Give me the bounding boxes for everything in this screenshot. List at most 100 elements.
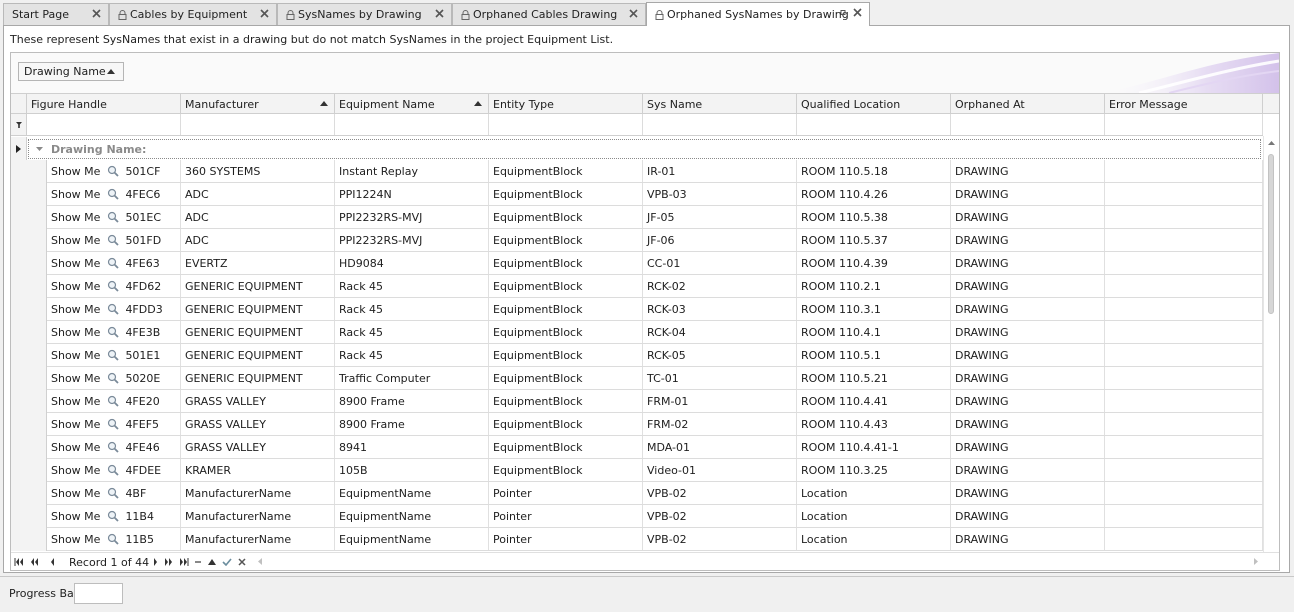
collapse-chevron-icon[interactable] — [35, 146, 44, 152]
cell-sys-name[interactable]: FRM-01 — [643, 390, 797, 412]
cell-error-message[interactable] — [1105, 275, 1263, 297]
cell-error-message[interactable] — [1105, 206, 1263, 228]
table-row[interactable]: Show Me 4FE20 GRASS VALLEY 8900 Frame Equipm… — [11, 390, 1263, 413]
cell-qualified-location[interactable]: ROOM 110.4.43 — [797, 413, 951, 435]
magnifier-icon[interactable] — [107, 234, 120, 246]
cell-error-message[interactable] — [1105, 344, 1263, 366]
nav-last-page-button[interactable] — [178, 555, 190, 569]
cell-entity-type[interactable]: EquipmentBlock — [489, 275, 643, 297]
show-me-link[interactable]: Show Me — [51, 533, 100, 546]
cell-entity-type[interactable]: Pointer — [489, 528, 643, 550]
cell-manufacturer[interactable]: ADC — [181, 229, 335, 251]
cell-sys-name[interactable]: VPB-02 — [643, 482, 797, 504]
cell-figure-handle[interactable]: Show Me 4FEF5 — [47, 413, 181, 435]
cell-error-message[interactable] — [1105, 436, 1263, 458]
cell-qualified-location[interactable]: ROOM 110.5.1 — [797, 344, 951, 366]
cell-entity-type[interactable]: Pointer — [489, 505, 643, 527]
cell-entity-type[interactable]: EquipmentBlock — [489, 390, 643, 412]
cell-manufacturer[interactable]: ADC — [181, 183, 335, 205]
filter-cell-manufacturer[interactable] — [181, 114, 335, 135]
cell-entity-type[interactable]: EquipmentBlock — [489, 321, 643, 343]
cell-qualified-location[interactable]: Location — [797, 482, 951, 504]
cell-figure-handle[interactable]: Show Me 4FDEE — [47, 459, 181, 481]
magnifier-icon[interactable] — [107, 188, 120, 200]
cell-qualified-location[interactable]: ROOM 110.3.25 — [797, 459, 951, 481]
vertical-scroll-thumb[interactable] — [1268, 154, 1274, 314]
magnifier-icon[interactable] — [107, 487, 120, 499]
cell-sys-name[interactable]: RCK-03 — [643, 298, 797, 320]
cell-equipment-name[interactable]: Rack 45 — [335, 344, 489, 366]
tab-start-page[interactable]: Start Page — [3, 3, 109, 25]
magnifier-icon[interactable] — [107, 372, 120, 384]
show-me-link[interactable]: Show Me — [51, 303, 100, 316]
cell-sys-name[interactable]: CC-01 — [643, 252, 797, 274]
cell-orphaned-at[interactable]: DRAWING — [951, 528, 1105, 550]
nav-cancel-edit-button[interactable] — [236, 555, 248, 569]
cell-figure-handle[interactable]: Show Me 4FDD3 — [47, 298, 181, 320]
cell-equipment-name[interactable]: Traffic Computer — [335, 367, 489, 389]
cell-orphaned-at[interactable]: DRAWING — [951, 275, 1105, 297]
cell-orphaned-at[interactable]: DRAWING — [951, 252, 1105, 274]
scroll-left-arrow-icon[interactable] — [258, 558, 262, 565]
table-row[interactable]: Show Me 4BF ManufacturerName EquipmentName P… — [11, 482, 1263, 505]
horizontal-scrollbar[interactable] — [258, 557, 1258, 567]
cell-equipment-name[interactable]: PPI1224N — [335, 183, 489, 205]
cell-equipment-name[interactable]: HD9084 — [335, 252, 489, 274]
cell-manufacturer[interactable]: 360 SYSTEMS — [181, 160, 335, 182]
group-row-box[interactable]: Drawing Name: — [28, 139, 1261, 159]
filter-cell-entity-type[interactable] — [489, 114, 643, 135]
cell-figure-handle[interactable]: Show Me 4BF — [47, 482, 181, 504]
magnifier-icon[interactable] — [107, 464, 120, 476]
cell-figure-handle[interactable]: Show Me 4FE3B — [47, 321, 181, 343]
cell-entity-type[interactable]: EquipmentBlock — [489, 459, 643, 481]
filter-cell-qualified-location[interactable] — [797, 114, 951, 135]
cell-sys-name[interactable]: VPB-02 — [643, 528, 797, 550]
tab-orphaned-sysnames-by-drawing[interactable]: Orphaned SysNames by Drawing — [646, 2, 870, 26]
cell-entity-type[interactable]: EquipmentBlock — [489, 206, 643, 228]
cell-manufacturer[interactable]: GRASS VALLEY — [181, 436, 335, 458]
magnifier-icon[interactable] — [107, 303, 120, 315]
show-me-link[interactable]: Show Me — [51, 188, 100, 201]
cell-figure-handle[interactable]: Show Me 4FE46 — [47, 436, 181, 458]
show-me-link[interactable]: Show Me — [51, 165, 100, 178]
cell-orphaned-at[interactable]: DRAWING — [951, 183, 1105, 205]
cell-qualified-location[interactable]: ROOM 110.4.26 — [797, 183, 951, 205]
nav-prev-page-button[interactable] — [28, 555, 40, 569]
cell-error-message[interactable] — [1105, 252, 1263, 274]
cell-error-message[interactable] — [1105, 459, 1263, 481]
column-header-figure-handle[interactable]: Figure Handle — [27, 94, 181, 114]
magnifier-icon[interactable] — [107, 280, 120, 292]
cell-figure-handle[interactable]: Show Me 4FE20 — [47, 390, 181, 412]
cell-entity-type[interactable]: EquipmentBlock — [489, 344, 643, 366]
table-row[interactable]: Show Me 11B4 ManufacturerName EquipmentName… — [11, 505, 1263, 528]
cell-figure-handle[interactable]: Show Me 501FD — [47, 229, 181, 251]
cell-figure-handle[interactable]: Show Me 501E1 — [47, 344, 181, 366]
table-row[interactable]: Show Me 4FDD3 GENERIC EQUIPMENT Rack 45 Equi… — [11, 298, 1263, 321]
table-row[interactable]: Show Me 4FD62 GENERIC EQUIPMENT Rack 45 Equi… — [11, 275, 1263, 298]
cell-qualified-location[interactable]: ROOM 110.4.1 — [797, 321, 951, 343]
cell-equipment-name[interactable]: Rack 45 — [335, 298, 489, 320]
vertical-scrollbar[interactable] — [1263, 136, 1279, 564]
cell-qualified-location[interactable]: Location — [797, 528, 951, 550]
table-row[interactable]: Show Me 4FDEE KRAMER 105B EquipmentBlock Vide… — [11, 459, 1263, 482]
cell-figure-handle[interactable]: Show Me 11B5 — [47, 528, 181, 550]
cell-manufacturer[interactable]: GENERIC EQUIPMENT — [181, 298, 335, 320]
column-header-entity-type[interactable]: Entity Type — [489, 94, 643, 114]
close-icon[interactable] — [852, 7, 863, 18]
cell-orphaned-at[interactable]: DRAWING — [951, 344, 1105, 366]
cell-qualified-location[interactable]: ROOM 110.5.38 — [797, 206, 951, 228]
cell-equipment-name[interactable]: EquipmentName — [335, 482, 489, 504]
cell-qualified-location[interactable]: ROOM 110.5.37 — [797, 229, 951, 251]
cell-entity-type[interactable]: EquipmentBlock — [489, 183, 643, 205]
table-row[interactable]: Show Me 5020E GENERIC EQUIPMENT Traffic Com… — [11, 367, 1263, 390]
cell-sys-name[interactable]: JF-05 — [643, 206, 797, 228]
nav-next-page-button[interactable] — [163, 555, 175, 569]
cell-manufacturer[interactable]: GRASS VALLEY — [181, 390, 335, 412]
cell-manufacturer[interactable]: GENERIC EQUIPMENT — [181, 321, 335, 343]
show-me-link[interactable]: Show Me — [51, 234, 100, 247]
show-me-link[interactable]: Show Me — [51, 418, 100, 431]
filter-cell-orphaned-at[interactable] — [951, 114, 1105, 135]
nav-prev-record-button[interactable] — [46, 555, 58, 569]
nav-edit-record-button[interactable] — [206, 555, 218, 569]
table-row[interactable]: Show Me 4FEC6 ADC PPI1224N EquipmentBlock VPB… — [11, 183, 1263, 206]
